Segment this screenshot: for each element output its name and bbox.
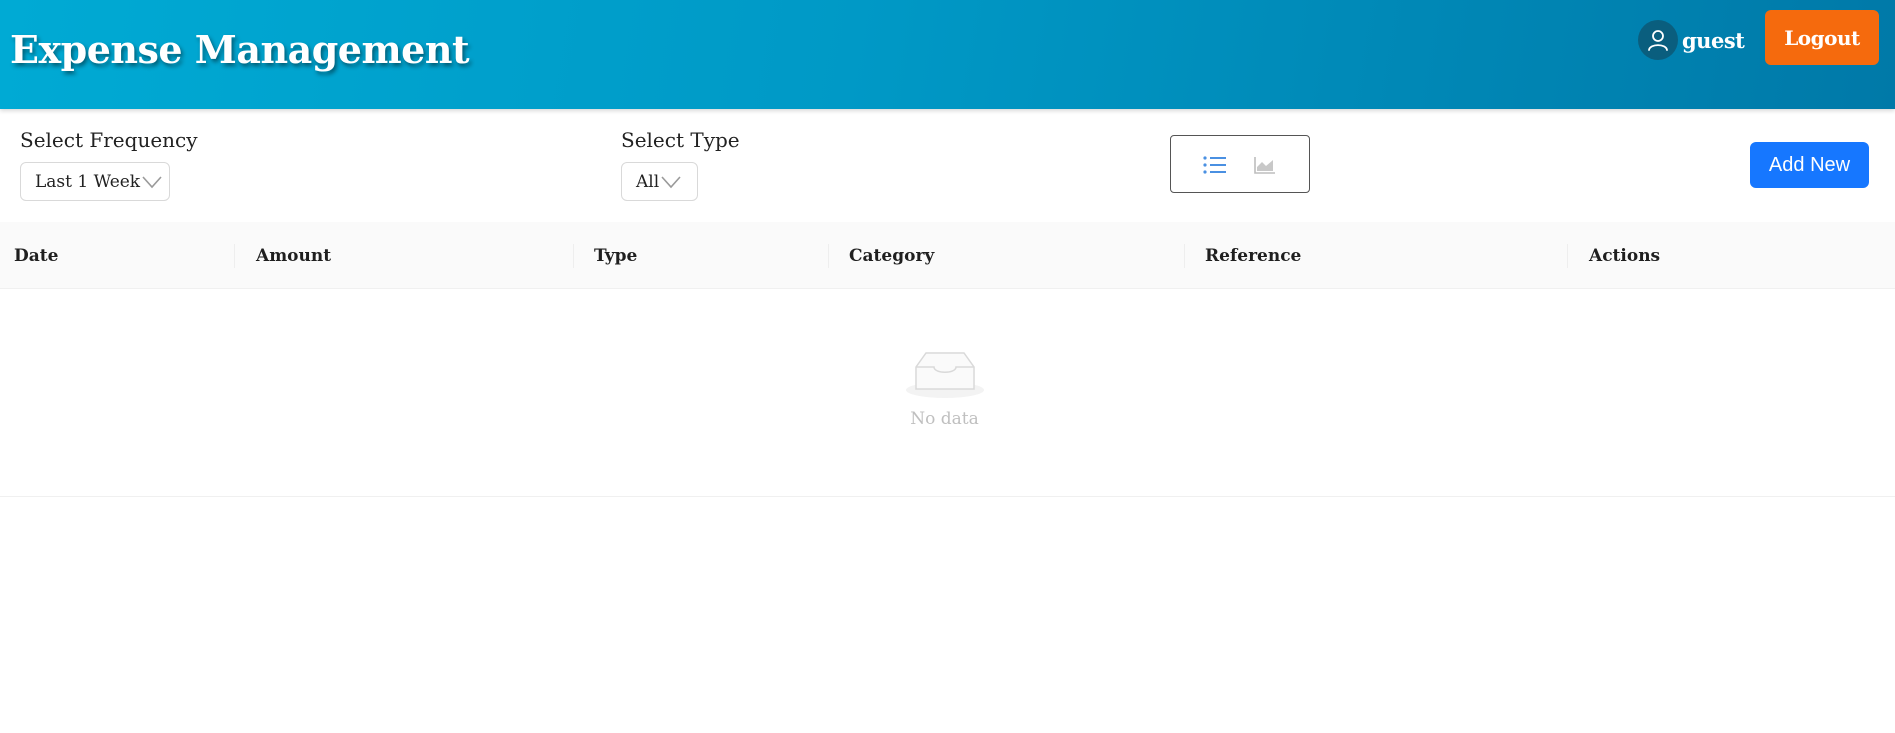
- app-title: Expense Management: [10, 27, 470, 72]
- column-header-date: Date: [14, 245, 59, 266]
- chevron-down-icon: [142, 175, 162, 189]
- column-header-category: Category: [849, 245, 935, 266]
- chevron-down-icon: [661, 175, 681, 189]
- user-icon: [1638, 20, 1678, 60]
- view-toggle: [1170, 135, 1310, 193]
- add-new-button[interactable]: Add New: [1750, 142, 1869, 188]
- frequency-label: Select Frequency: [20, 128, 198, 152]
- expense-table: Date Amount Type Category Reference Acti…: [0, 222, 1895, 497]
- type-label: Select Type: [621, 128, 740, 152]
- logout-button[interactable]: Logout: [1765, 10, 1879, 65]
- app-header: Expense Management guest Logout: [0, 0, 1895, 109]
- empty-state-text: No data: [910, 409, 979, 429]
- column-header-actions: Actions: [1589, 245, 1661, 266]
- column-divider: [234, 244, 235, 268]
- area-chart-icon[interactable]: [1251, 152, 1279, 178]
- column-header-reference: Reference: [1205, 245, 1302, 266]
- user-profile[interactable]: guest: [1638, 20, 1745, 60]
- list-icon[interactable]: [1201, 152, 1229, 178]
- table-header: Date Amount Type Category Reference Acti…: [0, 222, 1895, 289]
- frequency-select[interactable]: Last 1 Week: [20, 162, 170, 201]
- column-divider: [1567, 244, 1568, 268]
- column-header-type: Type: [594, 245, 638, 266]
- column-header-amount: Amount: [256, 245, 332, 266]
- table-empty-state: No data: [0, 289, 1895, 497]
- column-divider: [1184, 244, 1185, 268]
- type-select-value: All: [636, 171, 660, 192]
- type-select[interactable]: All: [621, 162, 698, 201]
- empty-inbox-icon: [904, 345, 986, 405]
- column-divider: [573, 244, 574, 268]
- column-divider: [828, 244, 829, 268]
- frequency-select-value: Last 1 Week: [35, 171, 141, 192]
- username: guest: [1682, 27, 1745, 53]
